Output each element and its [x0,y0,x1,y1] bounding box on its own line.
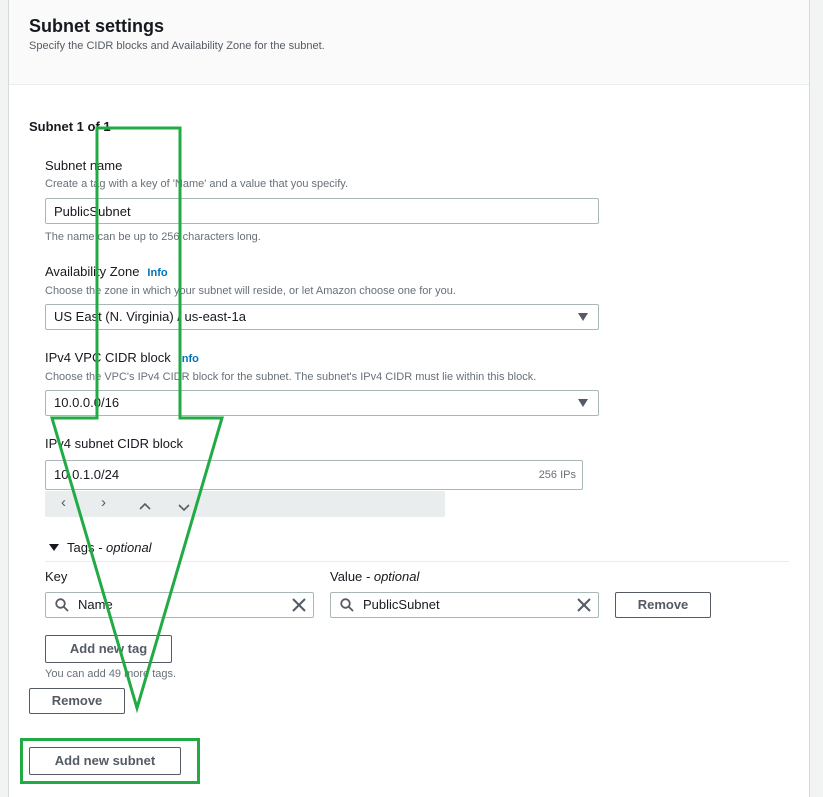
tag-value-label-row: Value - optional [330,569,419,584]
subnet-heading: Subnet 1 of 1 [29,119,111,134]
chevron-up-icon[interactable] [139,497,151,514]
page-subtitle: Specify the CIDR blocks and Availability… [29,40,325,52]
page-title: Subnet settings [29,16,165,36]
chevron-down-icon[interactable] [178,499,190,516]
clear-icon[interactable] [576,597,592,613]
az-select-value: US East (N. Virginia) / us-east-1a [54,309,246,324]
subnet-name-input[interactable] [45,198,599,224]
az-desc: Choose the zone in which your subnet wil… [45,285,456,297]
tag-limit-hint: You can add 49 more tags. [45,668,177,680]
subnet-name-hint: The name can be up to 256 characters lon… [45,231,261,243]
caret-down-icon [49,544,59,551]
tag-value-label: Value [330,569,363,584]
cidr-stepper: ‹ › [45,491,445,517]
subnet-cidr-label: IPv4 subnet CIDR block [45,436,184,451]
tag-key-label: Key [45,569,68,584]
tag-value-input[interactable]: PublicSubnet [330,592,599,618]
search-icon [340,598,354,612]
tag-value-optional: - optional [362,569,420,584]
vpc-cidr-select-value: 10.0.0.0/16 [54,395,120,410]
tag-key-input[interactable]: Name [45,592,314,618]
tag-value-value: PublicSubnet [363,597,440,612]
highlight-box [20,738,200,784]
clear-icon[interactable] [291,597,307,613]
caret-down-icon [578,313,588,321]
chevron-left-icon[interactable]: ‹ [61,494,66,511]
remove-tag-button[interactable]: Remove [615,592,711,618]
caret-down-icon [578,399,588,407]
tags-toggle-label: Tags [67,540,95,555]
panel-header: Subnet settings Specify the CIDR blocks … [9,0,809,85]
divider [45,561,789,562]
chevron-right-icon[interactable]: › [101,494,106,511]
vpc-cidr-info-link[interactable]: Info [179,353,199,365]
tag-key-value: Name [78,597,113,612]
vpc-cidr-select[interactable]: 10.0.0.0/16 [45,390,599,416]
subnet-cidr-value: 10.0.1.0/24 [54,467,120,482]
vpc-cidr-label-row: IPv4 VPC CIDR block Info [45,350,199,365]
az-label-row: Availability Zone Info [45,264,168,279]
subnet-cidr-input[interactable]: 10.0.1.0/24 256 IPs [45,460,583,490]
tags-toggle[interactable]: Tags - optional [49,540,152,555]
remove-subnet-button[interactable]: Remove [29,688,125,714]
subnet-cidr-ip-count: 256 IPs [538,469,576,481]
az-label: Availability Zone [45,264,140,279]
az-info-link[interactable]: Info [147,267,167,279]
az-select[interactable]: US East (N. Virginia) / us-east-1a [45,304,599,330]
vpc-cidr-label: IPv4 VPC CIDR block [45,350,171,365]
search-icon [55,598,69,612]
tags-optional-label: - optional [94,540,152,555]
subnet-name-label: Subnet name [45,158,123,173]
vpc-cidr-desc: Choose the VPC's IPv4 CIDR block for the… [45,371,537,383]
add-new-tag-button[interactable]: Add new tag [45,635,172,663]
subnet-name-desc: Create a tag with a key of 'Name' and a … [45,178,348,190]
